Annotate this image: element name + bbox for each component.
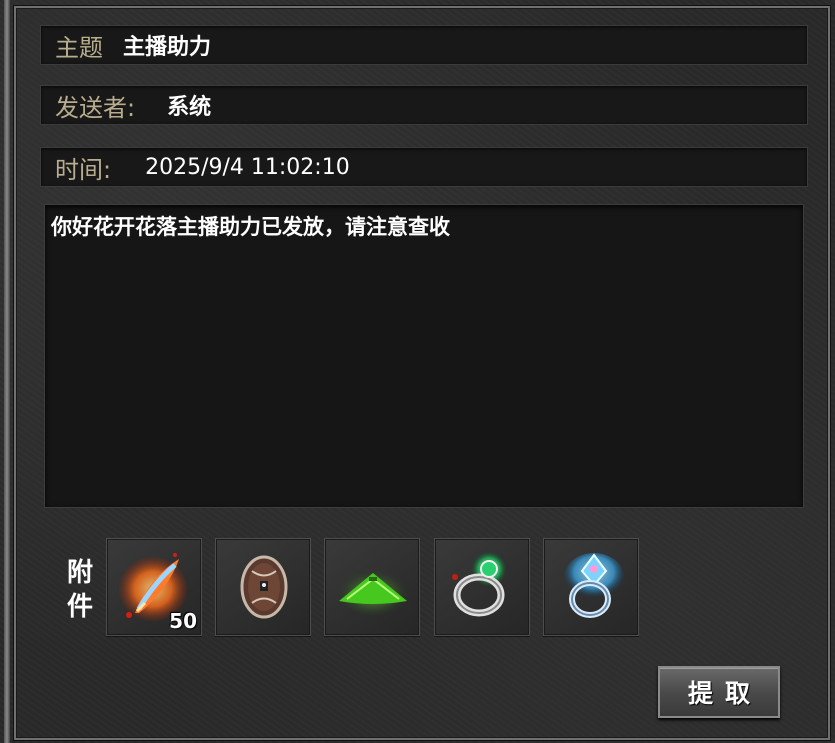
time-row: 时间: 2025/9/4 11:02:10 xyxy=(40,147,808,187)
round-shield-icon xyxy=(240,555,288,619)
attachments-label-line1: 附 xyxy=(66,558,93,588)
attachments-label-line2: 件 xyxy=(66,592,93,622)
attachment-count-1: 50 xyxy=(169,609,197,633)
message-body-box: 你好花开花落主播助力已发放，请注意查收 xyxy=(44,204,804,508)
window-left-rail xyxy=(4,0,10,743)
sender-label: 发送者: xyxy=(55,93,136,122)
subject-row: 主题 主播助力 xyxy=(40,25,808,65)
sender-value: 系统 xyxy=(167,95,212,120)
attachments-label: 附 件 xyxy=(62,556,98,624)
time-value: 2025/9/4 11:02:10 xyxy=(145,154,350,180)
green-gem-ring-icon xyxy=(452,551,507,617)
claim-button[interactable]: 提取 xyxy=(658,666,780,718)
attachment-slot-5[interactable] xyxy=(543,538,639,636)
attachment-slot-3[interactable] xyxy=(324,538,420,636)
attachment-slot-1[interactable]: 50 xyxy=(106,538,202,636)
sender-row: 发送者: 系统 xyxy=(40,85,808,125)
attachment-slot-4[interactable] xyxy=(434,538,530,636)
mail-window: 主题 主播助力 发送者: 系统 时间: 2025/9/4 11:02:10 你好… xyxy=(0,0,835,743)
time-label: 时间: xyxy=(55,155,112,184)
blue-crystal-ring-icon xyxy=(564,553,624,618)
subject-label: 主题 xyxy=(55,33,103,62)
green-hat-icon xyxy=(337,567,409,615)
attachment-slot-2[interactable] xyxy=(215,538,311,636)
subject-value: 主播助力 xyxy=(123,35,212,60)
message-text: 你好花开花落主播助力已发放，请注意查收 xyxy=(51,215,450,239)
